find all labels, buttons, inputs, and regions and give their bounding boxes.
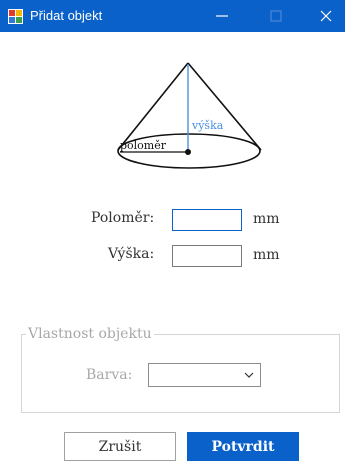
radius-label: poloměr [120, 139, 167, 152]
cancel-button[interactable]: Zrušit [64, 432, 176, 461]
minimize-icon [216, 15, 228, 17]
radius-input[interactable] [172, 209, 242, 231]
title-bar: Přidat objekt [0, 0, 345, 32]
chevron-down-icon [244, 372, 254, 378]
window-title: Přidat objekt [30, 8, 103, 23]
color-select[interactable] [148, 363, 261, 387]
maximize-icon [270, 10, 282, 22]
height-label-text: Výška: [108, 246, 155, 262]
maximize-button[interactable] [254, 0, 298, 32]
minimize-button[interactable] [200, 0, 244, 32]
cone-diagram: výška poloměr [117, 62, 262, 169]
confirm-button[interactable]: Potvrdit [187, 432, 299, 461]
close-icon [320, 10, 332, 22]
height-input[interactable] [172, 245, 242, 267]
group-title: Vlastnost objektu [28, 326, 152, 342]
radius-label-text: Poloměr: [91, 210, 155, 226]
close-button[interactable] [304, 0, 345, 32]
height-label: výška [191, 119, 224, 132]
height-unit: mm [253, 247, 280, 263]
radius-unit: mm [253, 211, 280, 227]
app-icon [8, 9, 23, 24]
color-label: Barva: [86, 367, 133, 383]
